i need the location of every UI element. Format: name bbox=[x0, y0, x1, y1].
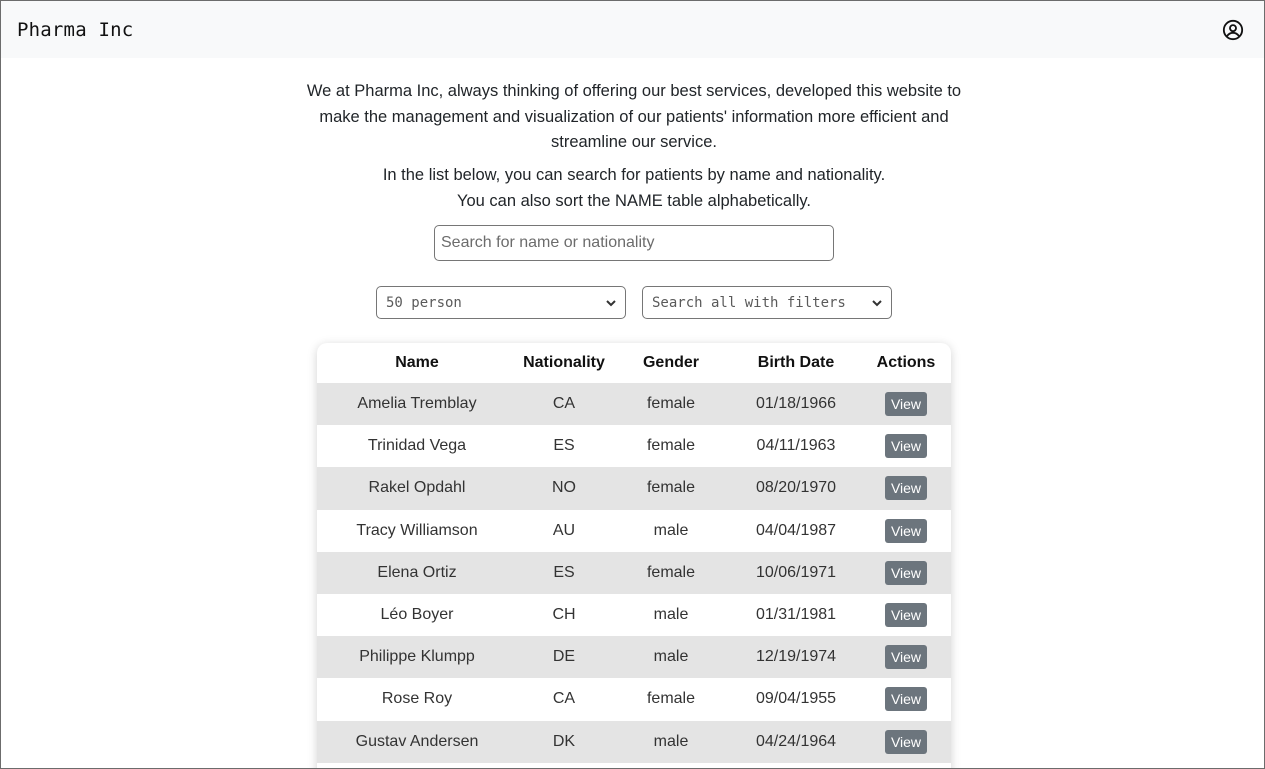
cell-nationality: CH bbox=[552, 606, 576, 624]
cell-nationality: CA bbox=[552, 690, 576, 708]
search-input[interactable] bbox=[434, 225, 834, 261]
cell-nationality: DE bbox=[552, 648, 576, 666]
cell-nationality: ES bbox=[553, 563, 575, 581]
column-header-name[interactable]: Name bbox=[317, 343, 517, 383]
cell-actions: View bbox=[861, 467, 951, 509]
cell-nationality: ES bbox=[553, 437, 575, 455]
cell-gender: female bbox=[646, 563, 696, 581]
cell-birth-date: 01/18/1966 bbox=[755, 395, 837, 413]
cell-nationality: CA bbox=[552, 395, 576, 413]
cell-name: Trinidad Vega bbox=[367, 437, 467, 455]
view-button[interactable]: View bbox=[884, 392, 928, 417]
cell-gender bbox=[611, 763, 731, 768]
cell-name: Gustav Andersen bbox=[355, 732, 479, 750]
view-button[interactable]: View bbox=[884, 645, 928, 670]
cell-nationality: NO bbox=[552, 479, 576, 497]
table-row: Gustav Andersen DK male 04/24/1964 View bbox=[317, 720, 951, 763]
cell-birth-date: 09/04/1955 bbox=[755, 690, 837, 708]
table-row bbox=[317, 762, 951, 768]
cell-name: Philippe Klumpp bbox=[359, 648, 475, 666]
cell-birth-date: 08/20/1970 bbox=[755, 479, 837, 497]
cell-nationality: DK bbox=[552, 732, 576, 750]
cell-actions: View bbox=[861, 510, 951, 552]
cell-gender: male bbox=[653, 648, 689, 666]
instructions-line-2: You can also sort the NAME table alphabe… bbox=[456, 191, 812, 210]
cell-nationality: AU bbox=[552, 521, 576, 539]
view-button[interactable]: View bbox=[884, 687, 928, 712]
table-row: Tracy Williamson AU male 04/04/1987 View bbox=[317, 509, 951, 552]
intro-instructions: In the list below, you can search for pa… bbox=[306, 163, 962, 214]
table-row: Amelia Tremblay CA female 01/18/1966 Vie… bbox=[317, 383, 951, 426]
column-header-actions: Actions bbox=[876, 354, 936, 371]
cell-gender: male bbox=[653, 606, 689, 624]
cell-gender: female bbox=[646, 690, 696, 708]
cell-gender: male bbox=[653, 732, 689, 750]
instructions-line-1: In the list below, you can search for pa… bbox=[382, 166, 886, 184]
cell-actions: View bbox=[861, 425, 951, 467]
page-size-select[interactable]: 50 person bbox=[376, 286, 626, 319]
cell-birth-date: 04/11/1963 bbox=[756, 437, 836, 455]
table-header-row: Name Nationality Gender Birth Date Actio… bbox=[317, 343, 951, 383]
cell-name bbox=[317, 763, 517, 768]
cell-gender: male bbox=[653, 521, 689, 539]
cell-name: Rose Roy bbox=[381, 690, 453, 708]
cell-actions: View bbox=[861, 552, 951, 594]
column-header-gender: Gender bbox=[642, 354, 699, 371]
cell-actions: View bbox=[861, 636, 951, 678]
table-row: Rose Roy CA female 09/04/1955 View bbox=[317, 678, 951, 721]
cell-name: Rakel Opdahl bbox=[368, 479, 466, 497]
patients-table: Name Nationality Gender Birth Date Actio… bbox=[317, 343, 951, 768]
user-circle-icon[interactable] bbox=[1222, 19, 1244, 41]
page-size-value: 50 person bbox=[386, 294, 462, 311]
cell-birth-date: 01/31/1981 bbox=[755, 606, 837, 624]
intro-paragraph: We at Pharma Inc, always thinking of off… bbox=[306, 82, 962, 151]
table-row: Elena Ortiz ES female 10/06/1971 View bbox=[317, 551, 951, 594]
cell-actions: View bbox=[861, 594, 951, 636]
app-window: Pharma Inc We at Pharma Inc, always thin… bbox=[0, 0, 1265, 769]
cell-gender: female bbox=[646, 479, 696, 497]
cell-name: Tracy Williamson bbox=[356, 521, 478, 539]
cell-actions: View bbox=[861, 721, 951, 763]
cell-name: Amelia Tremblay bbox=[357, 395, 477, 413]
cell-actions: View bbox=[861, 678, 951, 720]
column-header-nationality: Nationality bbox=[523, 354, 605, 371]
column-header-birth-date: Birth Date bbox=[757, 354, 835, 371]
view-button[interactable]: View bbox=[884, 518, 928, 543]
cell-name: Léo Boyer bbox=[380, 606, 454, 624]
table-row: Léo Boyer CH male 01/31/1981 View bbox=[317, 593, 951, 637]
view-button[interactable]: View bbox=[884, 729, 928, 754]
view-button[interactable]: View bbox=[884, 560, 928, 585]
navbar: Pharma Inc bbox=[1, 1, 1264, 58]
patients-table-card: Name Nationality Gender Birth Date Actio… bbox=[317, 343, 951, 768]
cell-birth-date: 04/24/1964 bbox=[755, 732, 837, 750]
cell-birth-date: 10/06/1971 bbox=[755, 563, 837, 581]
cell-name: Elena Ortiz bbox=[377, 563, 457, 581]
view-button[interactable]: View bbox=[884, 603, 928, 628]
cell-birth-date: 12/19/1974 bbox=[755, 648, 837, 666]
cell-gender: female bbox=[646, 437, 696, 455]
cell-birth-date: 04/04/1987 bbox=[755, 521, 837, 539]
cell-gender: female bbox=[646, 395, 696, 413]
table-row: Trinidad Vega ES female 04/11/1963 View bbox=[317, 425, 951, 468]
view-button[interactable]: View bbox=[884, 434, 928, 459]
chevron-down-icon bbox=[606, 300, 616, 307]
cell-birth-date bbox=[731, 763, 861, 768]
filter-select[interactable]: Search all with filters bbox=[642, 286, 892, 319]
table-row: Rakel Opdahl NO female 08/20/1970 View bbox=[317, 467, 951, 510]
cell-actions bbox=[861, 763, 951, 768]
brand-title[interactable]: Pharma Inc bbox=[17, 19, 133, 41]
table-row: Philippe Klumpp DE male 12/19/1974 View bbox=[317, 636, 951, 679]
chevron-down-icon bbox=[872, 300, 882, 307]
view-button[interactable]: View bbox=[884, 476, 928, 501]
cell-actions: View bbox=[861, 383, 951, 425]
filter-value: Search all with filters bbox=[652, 294, 846, 311]
cell-nationality bbox=[517, 763, 611, 768]
